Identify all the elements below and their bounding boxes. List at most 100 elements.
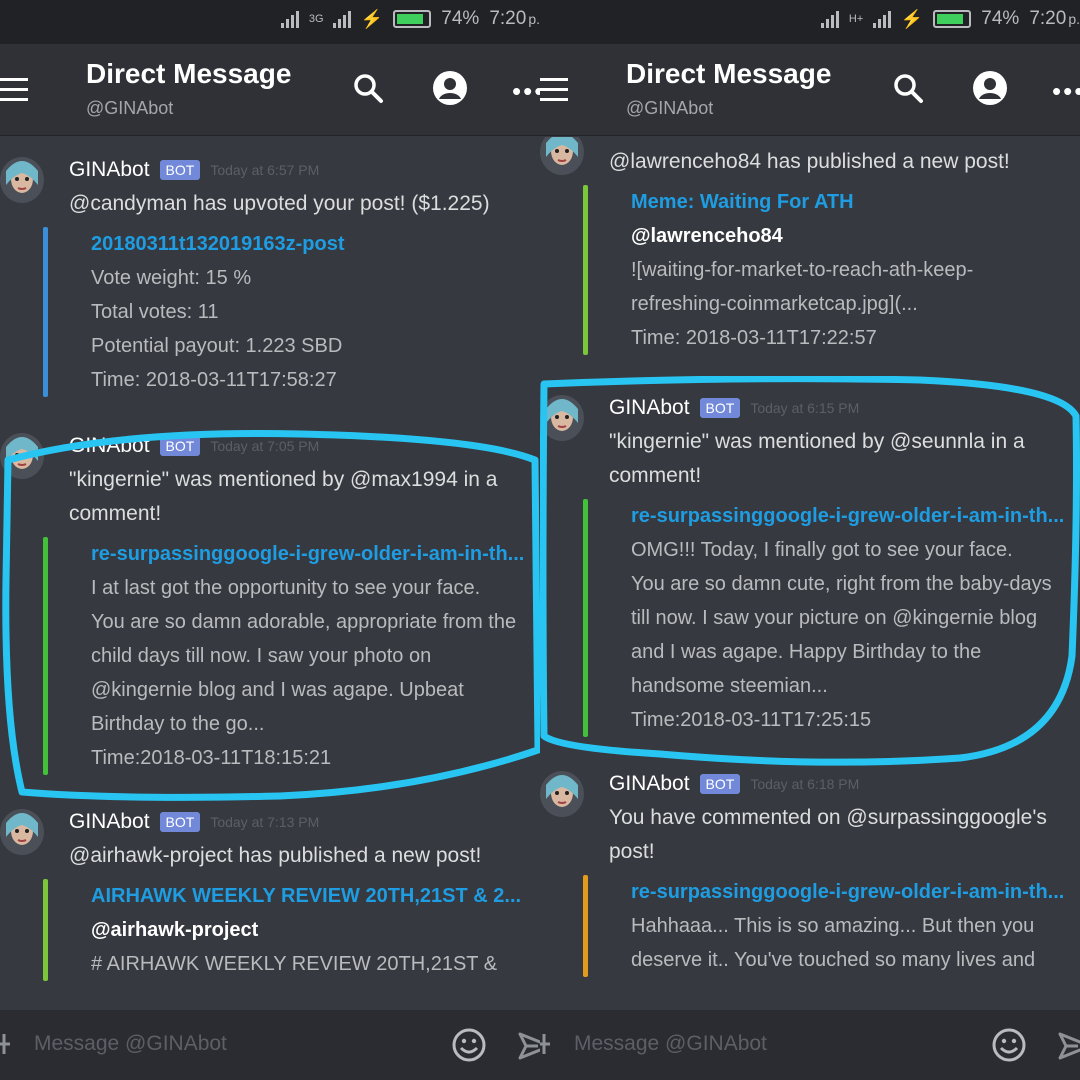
embed-title-link[interactable]: re-surpassinggoogle-i-grew-older-i-am-in… [631,875,1080,909]
message-text: @candyman has upvoted your post! ($1.225… [69,192,490,215]
bot-badge: BOT [699,398,741,418]
status-bar: H+ ⚡ 74% 7:20 p. [540,0,1080,44]
message-text: comment! [609,464,702,487]
bot-avatar[interactable] [540,137,584,175]
message-list: GINAbot BOT Today at 6:57 PM @candyman h… [0,137,540,1010]
signal-icon [820,10,839,28]
search-icon[interactable] [892,72,924,104]
send-icon[interactable] [1058,1032,1080,1060]
embed: Meme: Waiting For ATH @lawrenceho84 ![wa… [583,185,1080,355]
embed-title-link[interactable]: re-surpassinggoogle-i-grew-older-i-am-in… [631,499,1080,533]
embed: re-surpassinggoogle-i-grew-older-i-am-in… [583,875,1080,977]
embed-line: handsome steemian... [631,675,828,697]
clock-suffix: p. [1068,11,1080,27]
clock: 7:20 [489,8,527,29]
message-input[interactable]: Message @GINAbot [574,1032,767,1056]
add-attachment-icon[interactable] [540,1030,550,1058]
message-text: @lawrenceho84 has published a new post! [609,150,1010,173]
bot-avatar[interactable] [540,771,584,817]
author-name[interactable]: GINAbot [609,772,690,796]
profile-icon[interactable] [432,70,468,106]
message-text: You have commented on @surpassinggoogle'… [609,806,1047,829]
message-input-bar: Message @GINAbot [0,1010,540,1080]
embed-line: # AIRHAWK WEEKLY REVIEW 20TH,21ST & [91,953,498,975]
embed-line: ![waiting-for-market-to-reach-ath-keep- [631,259,974,281]
clock-suffix: p. [528,11,540,27]
timestamp: Today at 6:18 PM [750,776,860,792]
bot-avatar[interactable] [0,157,44,203]
embed-line: Time:2018-03-11T18:15:21 [91,747,332,769]
hamburger-menu-icon[interactable] [540,78,568,101]
battery-percent: 74% [441,8,480,29]
charging-icon: ⚡ [360,8,384,29]
message-text: comment! [69,502,162,525]
embed-title-link[interactable]: AIRHAWK WEEKLY REVIEW 20TH,21ST & 2... [91,879,540,913]
hamburger-menu-icon[interactable] [0,78,28,101]
embed-line: till now. I saw your picture on @kingern… [631,607,1038,629]
message-input[interactable]: Message @GINAbot [34,1032,227,1056]
more-options-icon[interactable]: ••• [1052,78,1080,104]
battery-icon [933,10,972,28]
embed: re-surpassinggoogle-i-grew-older-i-am-in… [583,499,1080,737]
more-options-icon[interactable]: ••• [512,78,540,104]
network-type-label: 3G [308,13,324,25]
left-screenshot: 3G ⚡ 74% 7:20 p. Direct Message @GINAbot… [0,0,540,1080]
add-attachment-icon[interactable] [0,1030,10,1058]
status-bar: 3G ⚡ 74% 7:20 p. [0,0,540,44]
embed-title-link[interactable]: Meme: Waiting For ATH [631,185,1080,219]
embed-line: OMG!!! Today, I finally got to see your … [631,539,1013,561]
message-input-bar: Message @GINAbot [540,1010,1080,1080]
message-text: post! [609,840,655,863]
page-title: Direct Message [626,58,832,89]
embed-line: Time:2018-03-11T17:25:15 [631,709,872,731]
channel-subtitle: @GINAbot [86,98,174,118]
author-name[interactable]: GINAbot [69,810,150,834]
send-icon[interactable] [518,1032,540,1060]
timestamp: Today at 7:13 PM [210,814,320,830]
embed: AIRHAWK WEEKLY REVIEW 20TH,21ST & 2... @… [43,879,540,981]
right-screenshot: H+ ⚡ 74% 7:20 p. Direct Message @GINAbot… [540,0,1080,1080]
author-name[interactable]: GINAbot [609,396,690,420]
timestamp: Today at 6:15 PM [750,400,860,416]
embed-line: Birthday to the go... [91,713,265,735]
bot-avatar[interactable] [0,809,44,855]
message-list: @lawrenceho84 has published a new post! … [540,137,1080,1010]
search-icon[interactable] [352,72,384,104]
message-text: @airhawk-project has published a new pos… [69,844,482,867]
embed-color-bar [43,879,48,981]
embed-author[interactable]: @lawrenceho84 [631,219,1080,253]
embed-line: Time: 2018-03-11T17:22:57 [631,327,877,349]
embed-author[interactable]: @airhawk-project [91,913,540,947]
embed-title-link[interactable]: re-surpassinggoogle-i-grew-older-i-am-in… [91,537,540,571]
bot-avatar[interactable] [0,433,44,479]
battery-level-fill [937,14,964,24]
bot-badge: BOT [159,160,201,180]
battery-percent: 74% [981,8,1020,29]
signal-icon [280,10,299,28]
bot-badge: BOT [159,436,201,456]
embed-color-bar [43,227,48,397]
emoji-icon[interactable] [992,1028,1026,1062]
clock: 7:20 [1029,8,1067,29]
timestamp: Today at 6:57 PM [210,162,320,178]
signal-icon-2 [332,10,351,28]
bot-avatar[interactable] [540,395,584,441]
embed-title-link[interactable]: 20180311t132019163z-post [91,227,540,261]
timestamp: Today at 7:05 PM [210,438,320,454]
author-name[interactable]: GINAbot [69,158,150,182]
author-name[interactable]: GINAbot [69,434,150,458]
embed-line: child days till now. I saw your photo on [91,645,432,667]
embed-line: You are so damn cute, right from the bab… [631,573,1052,595]
embed-line: You are so damn adorable, appropriate fr… [91,611,517,633]
profile-icon[interactable] [972,70,1008,106]
embed-line: and I was agape. Happy Birthday to the [631,641,982,663]
embed-line: I at last got the opportunity to see you… [91,577,481,599]
battery-icon [393,10,432,28]
battery-level-fill [397,14,424,24]
message-text: "kingernie" was mentioned by @max1994 in… [69,468,498,491]
emoji-icon[interactable] [452,1028,486,1062]
embed-line: Hahhaaa... This is so amazing... But the… [631,915,1035,937]
page-title: Direct Message [86,58,292,89]
embed: re-surpassinggoogle-i-grew-older-i-am-in… [43,537,540,775]
app-bar: Direct Message @GINAbot ••• [540,44,1080,136]
